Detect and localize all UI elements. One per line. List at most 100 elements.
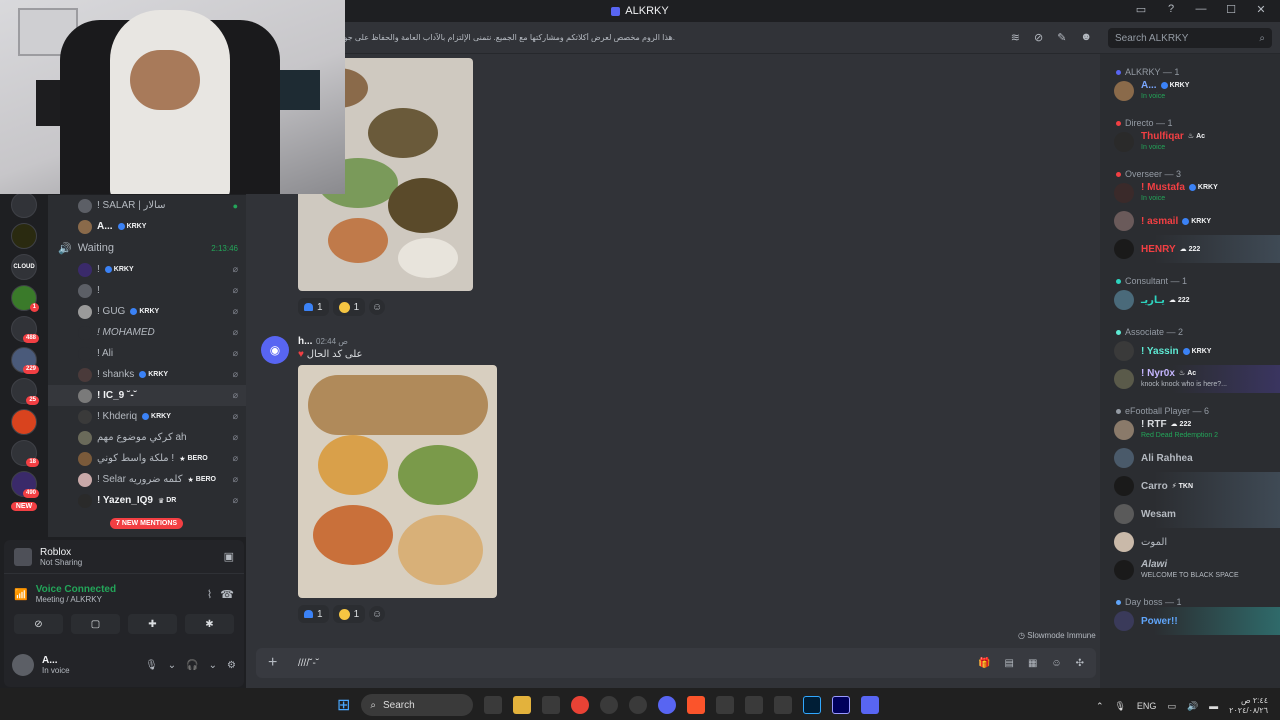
reaction-laugh[interactable]: 1	[332, 298, 366, 316]
member-item[interactable]: ! Mustafa KRKY In voice	[1100, 179, 1280, 207]
voice-channel-waiting[interactable]: 🔊 Waiting 2:13:46	[48, 237, 246, 259]
premiere-icon[interactable]	[832, 696, 851, 714]
minimize-button[interactable]: —	[1194, 3, 1208, 16]
store-icon[interactable]	[542, 696, 561, 714]
emoji-icon[interactable]: ☺	[1051, 658, 1061, 669]
member-item[interactable]: Ali Rahhea	[1100, 444, 1280, 472]
member-item[interactable]: يـاريـ ☁ 222	[1100, 286, 1280, 314]
message-input[interactable]: ////˘-˘	[298, 658, 319, 669]
maximize-button[interactable]: ☐	[1224, 3, 1238, 16]
threads-icon[interactable]: ≋	[1011, 31, 1020, 44]
member-item[interactable]: Carro ⚡ TKN	[1100, 472, 1280, 500]
capcut-icon[interactable]	[745, 696, 764, 714]
screen-share-button[interactable]: ▢	[71, 614, 120, 634]
member-item[interactable]: A... KRKY In voice	[1100, 77, 1280, 105]
new-unreads-pill[interactable]: NEW	[10, 502, 38, 511]
avatar[interactable]	[12, 654, 34, 676]
message-composer[interactable]: + ////˘-˘ 🎁 ▤ ▦ ☺ ✣	[256, 648, 1096, 678]
server-icon[interactable]: 25	[11, 378, 39, 405]
mic-icon[interactable]: 🎙	[1114, 701, 1125, 712]
voice-member[interactable]: ! shanks KRKY ⌀	[48, 364, 246, 385]
steam-icon[interactable]	[774, 696, 793, 714]
activities-button[interactable]: ✚	[128, 614, 177, 634]
server-icon[interactable]: 1	[11, 285, 39, 312]
food-image[interactable]	[298, 365, 497, 598]
photoshop-icon[interactable]	[803, 696, 822, 714]
sticker-icon[interactable]: ▦	[1028, 658, 1037, 669]
channel-topic[interactable]: .هذا الروم مخصص لعرض أكلاتكم ومشاركتها م…	[345, 33, 675, 42]
member-item[interactable]: HENRY ☁ 222	[1100, 235, 1280, 263]
voice-member[interactable]: ! SALAR | سالار ●	[48, 195, 246, 216]
add-reaction-icon[interactable]: ☺	[369, 299, 386, 315]
noise-suppression-icon[interactable]: ⌇	[207, 588, 212, 601]
network-icon[interactable]: ▭	[1167, 701, 1176, 712]
member-item[interactable]: الموت	[1100, 528, 1280, 556]
camera-off-button[interactable]: ⊘	[14, 614, 63, 634]
chevron-down-icon[interactable]: ⌄	[209, 660, 217, 671]
member-item[interactable]: ! Yassin KRKY	[1100, 337, 1280, 365]
server-icon[interactable]: 488	[11, 316, 39, 343]
voice-member[interactable]: ! ⌀	[48, 280, 246, 301]
server-icon[interactable]	[11, 192, 37, 218]
mic-icon[interactable]: 🎙	[145, 660, 158, 671]
gif-icon[interactable]: ▤	[1004, 658, 1013, 669]
voice-member[interactable]: ! MOHAMED ⌀	[48, 322, 246, 343]
attach-plus-icon[interactable]: +	[268, 654, 288, 672]
search-input[interactable]: Search ALKRKY ⌕	[1108, 28, 1272, 48]
voice-member[interactable]: ! GUG KRKY ⌀	[48, 301, 246, 322]
chrome-icon[interactable]	[571, 696, 590, 714]
server-icon[interactable]: 18	[11, 440, 39, 467]
pin-icon[interactable]: ✎	[1057, 31, 1066, 44]
member-item[interactable]: ! Nyr0x ♨ Ac knock knock who is here?...	[1100, 365, 1280, 393]
mute-notifications-icon[interactable]: ⊘	[1034, 31, 1043, 44]
reaction-laugh[interactable]: 1	[332, 605, 366, 623]
member-item[interactable]: ! RTF ☁ 222 Red Dead Redemption 2	[1100, 416, 1280, 444]
new-mentions-pill[interactable]: 7 NEW MENTIONS	[110, 518, 184, 529]
taskbar-search[interactable]: ⌕ Search	[361, 694, 474, 716]
reaction-heart[interactable]: 1	[298, 605, 329, 623]
discord-icon[interactable]	[861, 696, 880, 714]
member-item[interactable]: Power!!	[1100, 607, 1280, 635]
brave-icon[interactable]	[687, 696, 706, 714]
gift-icon[interactable]: 🎁	[978, 658, 990, 669]
message-avatar[interactable]: ◉	[261, 336, 289, 364]
steam-icon[interactable]	[629, 696, 648, 714]
close-button[interactable]: ✕	[1254, 3, 1268, 16]
clock[interactable]: ٢:٤٤ ص ٢٠٢٤/٠٨/٢٦	[1229, 696, 1268, 716]
chevron-down-icon[interactable]: ⌄	[168, 660, 176, 671]
settings-gear-icon[interactable]: ⚙	[227, 660, 236, 671]
server-icon[interactable]	[11, 223, 37, 249]
disconnect-icon[interactable]: ☎	[220, 588, 234, 601]
voice-member[interactable]: ! Ali ⌀	[48, 343, 246, 364]
member-item[interactable]: Thulfiqar ♨ Ac In voice	[1100, 128, 1280, 156]
reaction-heart[interactable]: 1	[298, 298, 329, 316]
inbox-icon[interactable]: ▭	[1134, 3, 1148, 16]
help-icon[interactable]: ?	[1164, 3, 1178, 16]
language-indicator[interactable]: ENG	[1137, 701, 1157, 711]
share-screen-icon[interactable]: ▣	[224, 550, 234, 563]
voice-member[interactable]: ! Khderiq KRKY ⌀	[48, 406, 246, 427]
voice-member[interactable]: ! Selar كلمه ضروريه ★ BERO ⌀	[48, 469, 246, 490]
battery-icon[interactable]: ▬	[1209, 701, 1218, 711]
message-author[interactable]: h...	[298, 336, 312, 347]
volume-icon[interactable]: 🔊	[1187, 701, 1198, 712]
member-item[interactable]: ! asmail KRKY	[1100, 207, 1280, 235]
voice-member[interactable]: كركي موضوع مهم ahmed7km !⌀	[48, 427, 246, 448]
file-explorer-icon[interactable]	[513, 696, 532, 714]
server-icon[interactable]: 490	[11, 471, 39, 498]
voice-member[interactable]: A... KRKY	[48, 216, 246, 237]
member-item[interactable]: Wesam	[1100, 500, 1280, 528]
soundboard-button[interactable]: ✱	[185, 614, 234, 634]
headphones-icon[interactable]: 🎧	[186, 660, 198, 671]
server-icon[interactable]	[11, 409, 37, 435]
server-icon-cloud[interactable]: CLOUD	[11, 254, 37, 280]
voice-member[interactable]: ! KRKY ⌀	[48, 259, 246, 280]
voice-member[interactable]: ! Yazen_IQ9 ♛ DR ⌀	[48, 490, 246, 511]
server-icon[interactable]: 229	[11, 347, 39, 374]
task-view-icon[interactable]	[484, 696, 503, 714]
voice-member[interactable]: ! IC_9 ˘-˘ ⌀	[48, 385, 246, 406]
voice-member[interactable]: ملكة واسط كوني ! ★ BERO ⌀	[48, 448, 246, 469]
member-list-icon[interactable]: ☻	[1080, 31, 1092, 44]
app-icon[interactable]	[600, 696, 619, 714]
start-button[interactable]: ⊞	[337, 695, 350, 715]
